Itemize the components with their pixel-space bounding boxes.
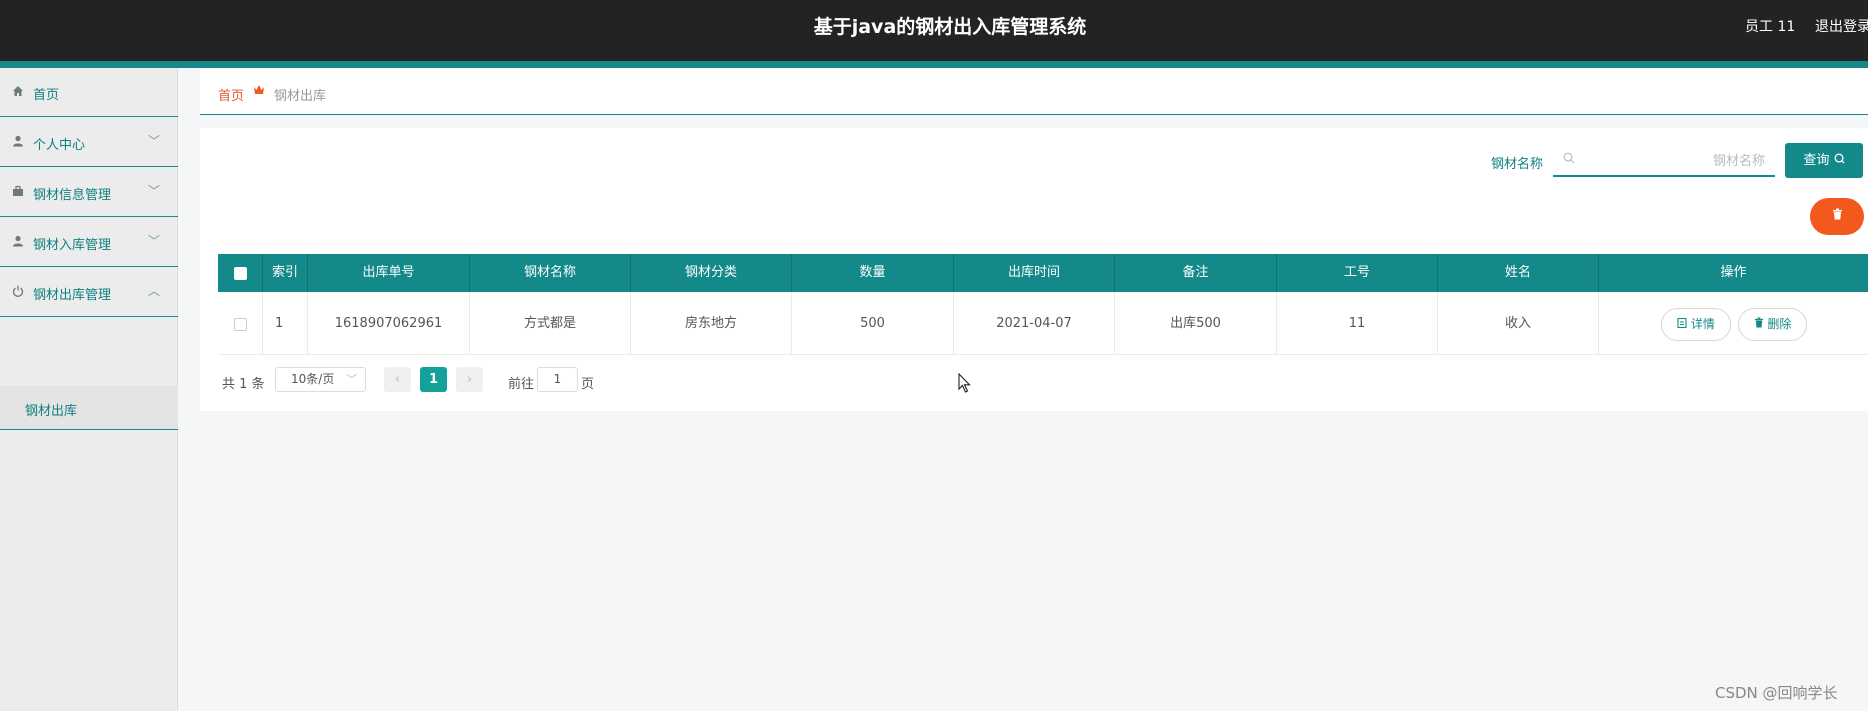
query-button[interactable]: 查询 [1785,143,1863,178]
sidebar-item-home[interactable]: 首页 [0,68,178,117]
column-header: 工号 [1277,254,1438,292]
search-icon [1834,153,1845,164]
app-title: 基于java的钢材出入库管理系统 [813,16,1087,38]
briefcase-icon [11,185,25,199]
column-header: 出库单号 [308,254,470,292]
sidebar-item-steel-info[interactable]: 钢材信息管理 ﹀ [0,168,178,217]
trash-icon [1754,317,1763,328]
row-select-cell [218,292,263,355]
cell-emp-name: 收入 [1438,292,1599,355]
cell-time: 2021-04-07 [954,292,1115,355]
user-name: 员工 11 [1745,19,1796,35]
chevron-down-icon: ﹀ [346,373,357,386]
power-icon [11,285,25,299]
sidebar-item-label: 钢材入库管理 [33,238,112,253]
breadcrumb-current: 钢材出库 [274,89,327,104]
cell-category: 房东地方 [631,292,792,355]
logout-link[interactable]: 退出登录 [1815,16,1868,36]
chevron-up-icon: ︿ [147,284,160,298]
pagination-total: 共 1 条 [222,377,265,392]
document-icon [1677,317,1687,329]
cell-actions: 详情 删除 [1599,292,1868,355]
goto-page-input[interactable]: 1 [537,367,578,392]
sidebar-subitem-label: 钢材出库 [25,404,78,419]
column-header: 出库时间 [954,254,1115,292]
search-field[interactable] [1553,145,1775,177]
detail-button[interactable]: 详情 [1661,308,1731,341]
column-header: 姓名 [1438,254,1599,292]
sidebar: 首页 个人中心 ﹀ 钢材信息管理 ﹀ 钢材入库管理 ﹀ 钢材出库管理 ︿ 钢材出… [0,68,178,711]
goto-label: 前往 [508,377,535,392]
cell-order-no: 1618907062961 [308,292,470,355]
cell-quantity: 500 [792,292,954,355]
crown-icon [253,84,265,98]
mouse-cursor-icon [958,372,972,397]
next-page-button[interactable]: › [456,367,483,392]
column-header: 数量 [792,254,954,292]
column-header: 操作 [1720,265,1747,280]
search-input[interactable] [1583,149,1765,173]
sidebar-item-personal-center[interactable]: 个人中心 ﹀ [0,118,178,167]
delete-button[interactable]: 删除 [1738,308,1807,341]
sidebar-item-steel-outbound[interactable]: 钢材出库管理 ︿ [0,268,178,317]
sidebar-item-label: 个人中心 [33,138,86,153]
cell-emp-no: 11 [1277,292,1438,355]
detail-button-label: 详情 [1690,317,1715,331]
watermark: CSDN @回响学长 [1715,684,1838,702]
table-row: 1 1618907062961 方式都是 房东地方 500 2021-04-07… [218,292,1868,355]
cell-remark: 出库500 [1115,292,1277,355]
top-bar: 基于java的钢材出入库管理系统 员工 11 退出登录 [0,0,1868,61]
chevron-down-icon: ﹀ [147,234,160,248]
trash-icon [1832,208,1843,224]
delete-button-label: 删除 [1767,317,1792,331]
chevron-down-icon: ﹀ [147,134,160,148]
sidebar-item-label: 首页 [33,88,60,103]
breadcrumb-home[interactable]: 首页 [218,85,244,104]
column-header: 钢材分类 [631,254,792,292]
search-label: 钢材名称 [1491,157,1544,172]
chevron-left-icon: ‹ [394,372,401,387]
page-size-select[interactable]: 10条/页 ﹀ [275,367,366,392]
breadcrumb: 首页 钢材出库 [200,68,1868,115]
page-number-current[interactable]: 1 [420,367,447,392]
cell-index: 1 [263,292,308,355]
home-icon [11,85,25,99]
page-size-value: 10条/页 [291,372,335,386]
chevron-right-icon: › [466,372,473,387]
batch-delete-button[interactable] [1810,198,1864,235]
person-icon [11,235,25,249]
table-header: 索引 出库单号 钢材名称 钢材分类 数量 出库时间 备注 工号 姓名 操作 [218,254,1868,292]
column-header: 钢材名称 [470,254,631,292]
person-icon [11,135,25,149]
sidebar-item-label: 钢材信息管理 [33,188,112,203]
prev-page-button[interactable]: ‹ [384,367,411,392]
chevron-down-icon: ﹀ [147,184,160,198]
column-header: 索引 [263,254,308,292]
search-icon [1563,152,1575,168]
sidebar-item-label: 钢材出库管理 [33,288,112,303]
page-unit-label: 页 [581,377,595,392]
select-all-cell [218,254,263,292]
select-all-checkbox[interactable] [234,267,247,280]
sidebar-item-steel-inbound[interactable]: 钢材入库管理 ﹀ [0,218,178,267]
row-checkbox[interactable] [234,318,247,331]
query-button-label: 查询 [1803,153,1830,168]
cell-steel-name: 方式都是 [470,292,631,355]
column-header: 备注 [1115,254,1277,292]
sidebar-subitem-steel-outbound[interactable]: 钢材出库 [0,386,178,430]
header-stripe [0,61,1868,68]
